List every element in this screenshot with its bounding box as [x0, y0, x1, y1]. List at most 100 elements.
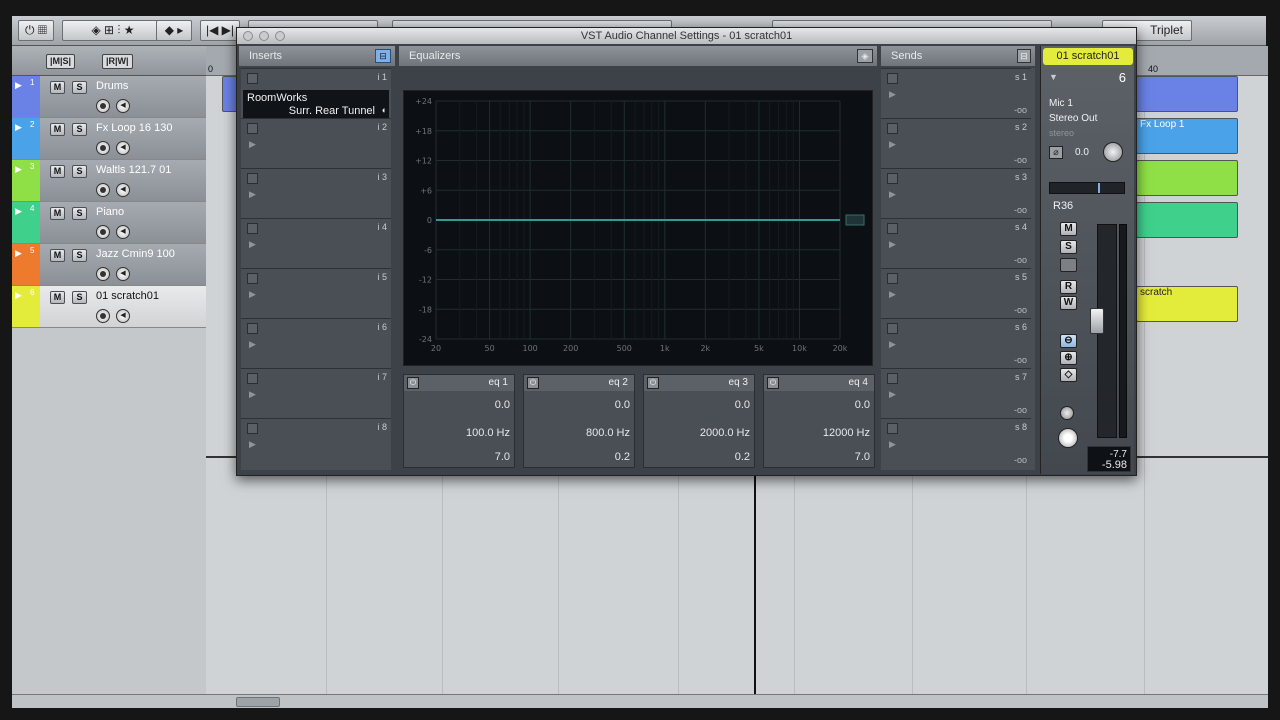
track-row[interactable]: ▶ 4 M S Piano ◀ [12, 202, 206, 244]
expand-track-icon[interactable]: ▶ [15, 122, 22, 133]
track-row[interactable]: ▶ 6 M S 01 scratch01 ◀ [12, 286, 206, 328]
monitor-speaker-icon[interactable]: ◀ [116, 309, 130, 323]
minimize-icon[interactable] [259, 31, 269, 41]
track-solo-button[interactable]: S [72, 165, 87, 178]
inserts-bypass-icon[interactable]: ⊟ [375, 49, 391, 63]
eq-bypass-icon[interactable]: ◈ [857, 49, 873, 63]
slot-power-icon[interactable] [887, 123, 898, 134]
band-power-icon[interactable]: ⏻ [407, 377, 419, 389]
input-gain[interactable]: 0.0 [1075, 147, 1089, 158]
slot-power-icon[interactable] [887, 223, 898, 234]
track-row[interactable]: ▶ 5 M S Jazz Cmin9 100 ◀ [12, 244, 206, 286]
read-button[interactable]: R [1060, 280, 1077, 294]
band-power-icon[interactable]: ⏻ [767, 377, 779, 389]
insert-slot[interactable]: i 6 ▶ [241, 318, 391, 368]
monitor-speaker-icon[interactable]: ◀ [116, 267, 130, 281]
eq-gain[interactable]: 0.0 [495, 399, 510, 411]
send-slot[interactable]: s 6 ▶ -oo [881, 318, 1031, 368]
slot-expand-icon[interactable]: ▶ [889, 189, 896, 200]
insert-bypass-icon[interactable]: ⊕ [1060, 351, 1077, 365]
record-enable-button[interactable] [1058, 428, 1078, 448]
slot-power-icon[interactable] [247, 273, 258, 284]
slot-power-icon[interactable] [247, 223, 258, 234]
slot-expand-icon[interactable]: ▶ [249, 289, 256, 300]
gain-knob[interactable] [1103, 142, 1123, 162]
slot-power-icon[interactable] [247, 173, 258, 184]
eq-band-3[interactable]: ⏻ eq 3 0.0 2000.0 Hz 0.2 [643, 374, 755, 468]
track-mute-button[interactable]: M [50, 165, 65, 178]
insert-slot[interactable]: i 5 ▶ [241, 268, 391, 318]
track-name[interactable]: Fx Loop 16 130 [96, 122, 172, 134]
slot-power-icon[interactable] [247, 323, 258, 334]
slot-expand-icon[interactable]: ▶ [889, 389, 896, 400]
eq-q[interactable]: 7.0 [495, 451, 510, 463]
expand-track-icon[interactable]: ▶ [15, 80, 22, 91]
record-enable-icon[interactable] [96, 183, 110, 197]
monitor-speaker-icon[interactable]: ◀ [116, 99, 130, 113]
listen-button[interactable] [1060, 258, 1077, 272]
track-solo-button[interactable]: S [72, 207, 87, 220]
eq-q[interactable]: 0.2 [615, 451, 630, 463]
expand-track-icon[interactable]: ▶ [15, 206, 22, 217]
eq-frequency[interactable]: 800.0 Hz [586, 427, 630, 439]
track-solo-button[interactable]: S [72, 123, 87, 136]
audio-part-waltls[interactable] [1136, 160, 1238, 196]
insert-slot[interactable]: i 2 ▶ [241, 118, 391, 168]
send-slot[interactable]: s 3 ▶ -oo [881, 168, 1031, 218]
send-slot[interactable]: s 5 ▶ -oo [881, 268, 1031, 318]
track-solo-button[interactable]: S [72, 291, 87, 304]
global-read-write-icon[interactable]: |R|W| [102, 54, 133, 69]
track-mute-button[interactable]: M [50, 81, 65, 94]
slot-expand-icon[interactable]: ▶ [889, 289, 896, 300]
expand-track-icon[interactable]: ▶ [15, 290, 22, 301]
audio-part-piano[interactable] [1136, 202, 1238, 238]
track-row[interactable]: ▶ 2 M S Fx Loop 16 130 ◀ [12, 118, 206, 160]
pan-slider[interactable] [1049, 182, 1125, 194]
monitor-button[interactable] [1060, 406, 1074, 420]
slot-expand-icon[interactable]: ▶ [249, 239, 256, 250]
level-readout[interactable]: -7.7 -5.98 [1087, 446, 1131, 472]
automation-icon[interactable]: ◆ ▸ [156, 20, 192, 41]
project-cursor[interactable] [754, 458, 756, 694]
insert-slot[interactable]: i 7 ▶ [241, 368, 391, 418]
send-slot[interactable]: s 4 ▶ -oo [881, 218, 1031, 268]
eq-band-4[interactable]: ⏻ eq 4 0.0 12000 Hz 7.0 [763, 374, 875, 468]
slot-power-icon[interactable] [247, 123, 258, 134]
mute-button[interactable]: M [1060, 222, 1077, 236]
track-row[interactable]: ▶ 3 M S Waltls 121.7 01 ◀ [12, 160, 206, 202]
band-power-icon[interactable]: ⏻ [647, 377, 659, 389]
record-enable-icon[interactable] [96, 267, 110, 281]
slot-power-icon[interactable] [887, 273, 898, 284]
slot-expand-icon[interactable]: ▶ [249, 339, 256, 350]
slot-expand-icon[interactable]: ▶ [249, 139, 256, 150]
horizontal-scrollbar[interactable] [12, 694, 1268, 708]
insert-slot[interactable]: i 4 ▶ [241, 218, 391, 268]
eq-band-2[interactable]: ⏻ eq 2 0.0 800.0 Hz 0.2 [523, 374, 635, 468]
send-slot[interactable]: s 2 ▶ -oo [881, 118, 1031, 168]
slot-expand-icon[interactable]: ▶ [889, 139, 896, 150]
global-mute-solo-icon[interactable]: |M|S| [46, 54, 76, 69]
slot-power-icon[interactable] [247, 373, 258, 384]
track-name[interactable]: Waltls 121.7 01 [96, 164, 171, 176]
slot-expand-icon[interactable]: ▶ [249, 189, 256, 200]
output-routing[interactable]: Stereo Out [1049, 113, 1097, 124]
write-button[interactable]: W [1060, 296, 1077, 310]
monitor-icon[interactable]: ⊖ [1060, 334, 1077, 348]
slot-power-icon[interactable] [887, 73, 898, 84]
monitor-speaker-icon[interactable]: ◀ [116, 141, 130, 155]
send-slot[interactable]: s 1 ▶ -oo [881, 68, 1031, 118]
close-icon[interactable] [243, 31, 253, 41]
volume-fader-handle[interactable] [1090, 308, 1104, 334]
slot-expand-icon[interactable]: ▶ [889, 89, 896, 100]
eq-band-1[interactable]: ⏻ eq 1 0.0 100.0 Hz 7.0 [403, 374, 515, 468]
track-name[interactable]: Drums [96, 80, 128, 92]
slot-expand-icon[interactable]: ▶ [889, 439, 896, 450]
scrollbar-thumb[interactable] [236, 697, 280, 707]
eq-frequency[interactable]: 12000 Hz [823, 427, 870, 439]
record-enable-icon[interactable] [96, 99, 110, 113]
track-mute-button[interactable]: M [50, 291, 65, 304]
window-title[interactable]: VST Audio Channel Settings - 01 scratch0… [237, 28, 1136, 44]
track-name[interactable]: Piano [96, 206, 124, 218]
eq-gain[interactable]: 0.0 [735, 399, 750, 411]
phase-invert-icon[interactable]: ⌀ [1049, 146, 1063, 159]
